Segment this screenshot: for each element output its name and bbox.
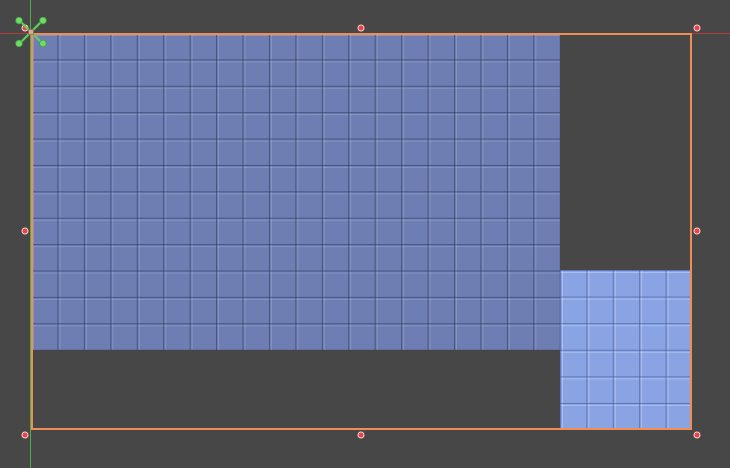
selection-rectangle[interactable] <box>31 33 692 430</box>
resize-handle-right[interactable] <box>693 227 701 235</box>
resize-handle-left[interactable] <box>21 227 29 235</box>
resize-handle-bottom[interactable] <box>357 431 365 439</box>
resize-handle-top-right[interactable] <box>693 24 701 32</box>
resize-handle-bottom-left[interactable] <box>21 431 29 439</box>
move-pivot-icon[interactable] <box>14 17 48 47</box>
tilemap-editor-viewport[interactable] <box>0 0 730 468</box>
resize-handle-top[interactable] <box>357 24 365 32</box>
resize-handle-bottom-right[interactable] <box>693 431 701 439</box>
